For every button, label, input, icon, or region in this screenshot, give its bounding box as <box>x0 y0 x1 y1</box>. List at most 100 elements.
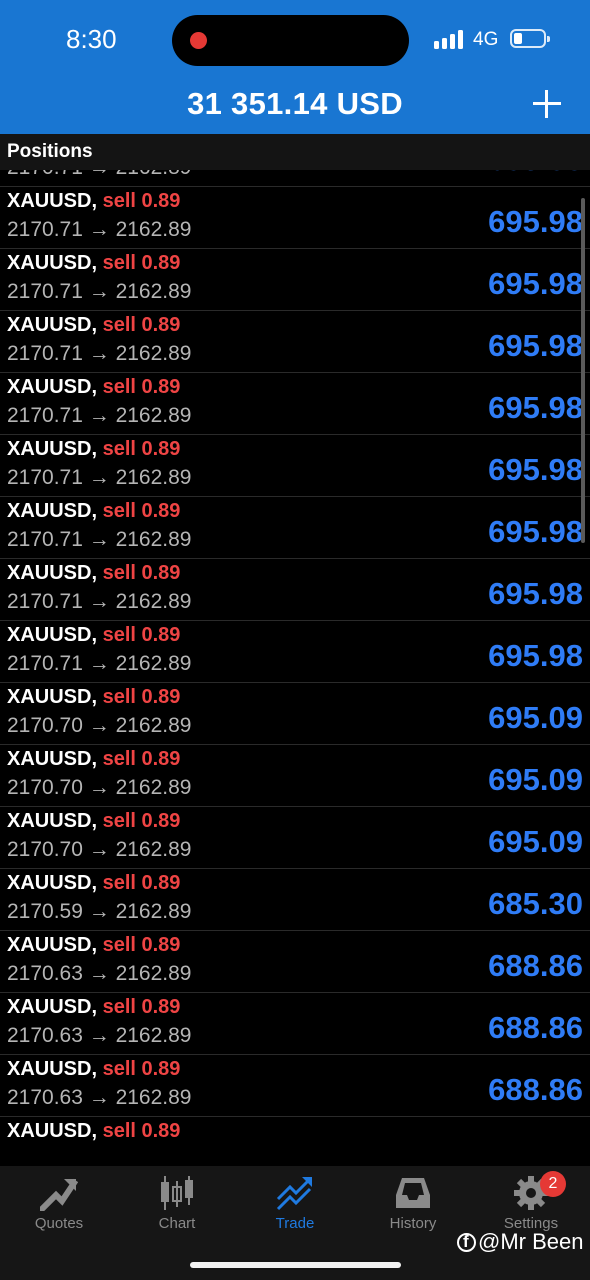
position-row[interactable]: XAUUSD, sell 0.892170.71 → 2162.89695.98 <box>0 497 590 559</box>
position-symbol-line: XAUUSD, sell 0.89 <box>7 996 180 1019</box>
position-symbol: XAUUSD, <box>7 562 98 584</box>
position-symbol: XAUUSD, <box>7 500 98 522</box>
position-symbol: XAUUSD, <box>7 1120 98 1142</box>
trade-icon <box>276 1177 312 1211</box>
position-row[interactable]: XAUUSD, sell 0.89 2170.70 → 2162.89 695.09 <box>0 683 590 745</box>
tab-label-history: History <box>389 1215 437 1232</box>
home-indicator[interactable] <box>190 1262 401 1268</box>
positions-list[interactable]: XAUUSD, sell 0.89 2170.71 → 2162.89 695.98… <box>0 170 590 1166</box>
position-symbol-line: XAUUSD, sell 0.89 <box>7 748 180 771</box>
app-header: 8:30 4G 31 351.14 USD <box>0 0 590 134</box>
tab-history[interactable]: History <box>354 1166 472 1236</box>
tab-label-quotes: Quotes <box>34 1215 84 1232</box>
position-symbol: XAUUSD, <box>7 252 98 274</box>
position-prices: 2170.71 → 2162.89 <box>7 528 192 551</box>
position-prices: 2170.70 → 2162.89 <box>7 714 192 737</box>
position-row[interactable]: XAUUSD, sell 0.89 2170.63 → 2162.89 688.86 <box>0 993 590 1055</box>
position-prices: 2170.71 → 2162.89 <box>7 218 192 241</box>
position-side: sell 0.89 <box>102 748 181 770</box>
position-symbol: XAUUSD, <box>7 314 98 336</box>
position-profit: 695.09 <box>488 824 583 859</box>
position-profit: 688.86 <box>488 948 583 983</box>
position-symbol-line: XAUUSD, sell 0.89 <box>7 562 180 585</box>
position-row[interactable]: XAUUSD, sell 0.89 2170.71 → 2162.89 695.98 <box>0 187 590 249</box>
position-row[interactable]: XAUUSD, sell 0.892170.71 → 2162.89695.98 <box>0 559 590 621</box>
position-prices: 2170.63 → 2162.89 <box>7 1086 192 1109</box>
position-row[interactable]: XAUUSD, sell 0.89 2170.71 → 2162.89 695.98 <box>0 311 590 373</box>
position-symbol-line: XAUUSD, sell 0.89 <box>7 686 180 709</box>
position-side: sell 0.89 <box>102 810 181 832</box>
tab-chart[interactable]: Chart <box>118 1166 236 1236</box>
position-profit: 685.30 <box>488 886 583 921</box>
position-profit: 695.09 <box>488 762 583 797</box>
scrollbar[interactable] <box>581 198 585 543</box>
history-icon <box>396 1178 430 1208</box>
tab-settings[interactable]: Settings <box>472 1166 590 1236</box>
position-profit: 695.98 <box>488 204 583 239</box>
position-symbol-line: XAUUSD, sell 0.89 <box>7 438 180 461</box>
position-row[interactable]: XAUUSD, sell 0.892170.71 → 2162.89695.98 <box>0 249 590 311</box>
position-symbol: XAUUSD, <box>7 624 98 646</box>
position-row[interactable]: XAUUSD, sell 0.892170.71 → 2162.89695.98 <box>0 170 590 187</box>
position-side: sell 0.89 <box>102 190 181 212</box>
position-row[interactable]: XAUUSD, sell 0.89 2170.63 → 2162.89 688.86 <box>0 1055 590 1117</box>
position-profit: 688.86 <box>488 1072 583 1107</box>
position-prices: 2170.63 → 2162.89 <box>7 962 192 985</box>
add-order-button[interactable] <box>533 90 561 118</box>
position-symbol-line: XAUUSD, sell 0.89 <box>7 1058 180 1081</box>
position-profit: 695.98 <box>488 328 583 363</box>
position-row[interactable]: XAUUSD, sell 0.89 2170.63 → 2162.89 688.86 <box>0 931 590 993</box>
position-symbol: XAUUSD, <box>7 810 98 832</box>
tab-label-chart: Chart <box>158 1215 196 1232</box>
position-symbol: XAUUSD, <box>7 438 98 460</box>
tab-trade[interactable]: Trade <box>236 1166 354 1236</box>
position-profit: 695.98 <box>488 576 583 611</box>
position-side: sell 0.89 <box>102 934 181 956</box>
facebook-icon <box>457 1232 476 1252</box>
watermark: @Mr Been <box>457 1229 583 1255</box>
position-symbol: XAUUSD, <box>7 1058 98 1080</box>
position-side: sell 0.89 <box>102 1120 181 1142</box>
position-row[interactable]: XAUUSD, sell 0.892170.71 → 2162.89695.98 <box>0 373 590 435</box>
positions-title: Positions <box>7 141 93 162</box>
position-side: sell 0.89 <box>102 376 181 398</box>
position-side: sell 0.89 <box>102 438 181 460</box>
position-prices: 2170.70 → 2162.89 <box>7 776 192 799</box>
position-row[interactable]: XAUUSD, sell 0.89 2170.71 → 2162.89 695.98 <box>0 621 590 683</box>
position-profit: 695.98 <box>488 452 583 487</box>
position-symbol: XAUUSD, <box>7 686 98 708</box>
watermark-text: @Mr Been <box>478 1229 584 1254</box>
position-side: sell 0.89 <box>102 996 181 1018</box>
position-row[interactable]: XAUUSD, sell 0.89 2170.59 → 2162.89 685.30 <box>0 869 590 931</box>
settings-notification-badge: 2 <box>540 1171 566 1197</box>
position-prices: 2170.63 → 2162.89 <box>7 1024 192 1047</box>
position-profit: 695.98 <box>488 390 583 425</box>
position-side: sell 0.89 <box>102 562 181 584</box>
positions-section-header: Positions <box>0 134 590 170</box>
tab-quotes[interactable]: Quotes <box>0 1166 118 1236</box>
position-profit: 695.09 <box>488 700 583 735</box>
position-row[interactable]: XAUUSD, sell 0.89 2170.70 → 2162.89 695.09 <box>0 807 590 869</box>
position-row[interactable]: XAUUSD, sell 0.89 2170.70 → 2162.89 695.09 <box>0 745 590 807</box>
position-symbol-line: XAUUSD, sell 0.89 <box>7 190 180 213</box>
position-symbol-line: XAUUSD, sell 0.89 <box>7 314 180 337</box>
position-side: sell 0.89 <box>102 686 181 708</box>
position-side: sell 0.89 <box>102 624 181 646</box>
position-row[interactable]: XAUUSD, sell 0.89 <box>0 1117 590 1166</box>
position-prices: 2170.71 → 2162.89 <box>7 466 192 489</box>
chart-icon <box>161 1176 193 1210</box>
position-prices: 2170.71 → 2162.89 <box>7 342 192 365</box>
position-symbol-line: XAUUSD, sell 0.89 <box>7 624 180 647</box>
position-prices: 2170.71 → 2162.89 <box>7 652 192 675</box>
position-prices: 2170.59 → 2162.89 <box>7 900 192 923</box>
position-prices: 2170.71 → 2162.89 <box>7 404 192 427</box>
position-row[interactable]: XAUUSD, sell 0.89 2170.71 → 2162.89 695.98 <box>0 435 590 497</box>
position-symbol-line: XAUUSD, sell 0.89 <box>7 872 180 895</box>
position-side: sell 0.89 <box>102 252 181 274</box>
network-type: 4G <box>473 29 499 50</box>
position-symbol-line: XAUUSD, sell 0.89 <box>7 500 180 523</box>
position-profit: 695.98 <box>488 638 583 673</box>
position-symbol-line: XAUUSD, sell 0.89 <box>7 1120 180 1143</box>
dynamic-island <box>172 15 409 66</box>
position-prices: 2170.71 → 2162.89 <box>7 280 192 303</box>
